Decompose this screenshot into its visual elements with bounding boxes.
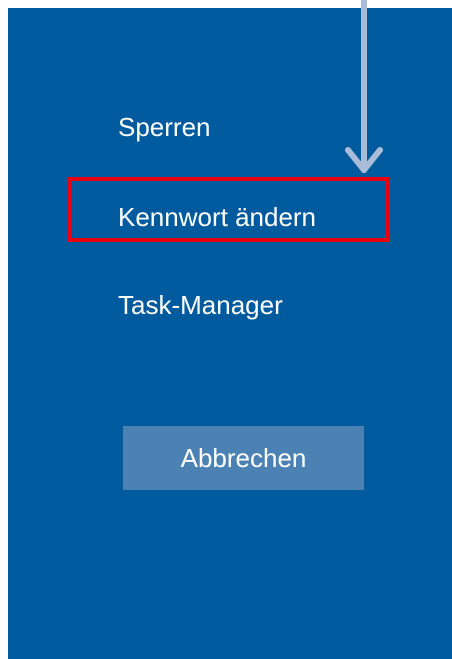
- change-password-option[interactable]: Kennwort ändern: [118, 201, 316, 233]
- security-options-screen: Sperren Kennwort ändern Task-Manager Abb…: [8, 8, 452, 659]
- cancel-button[interactable]: Abbrechen: [123, 426, 364, 490]
- task-manager-option[interactable]: Task-Manager: [118, 289, 283, 321]
- lock-option[interactable]: Sperren: [118, 111, 211, 143]
